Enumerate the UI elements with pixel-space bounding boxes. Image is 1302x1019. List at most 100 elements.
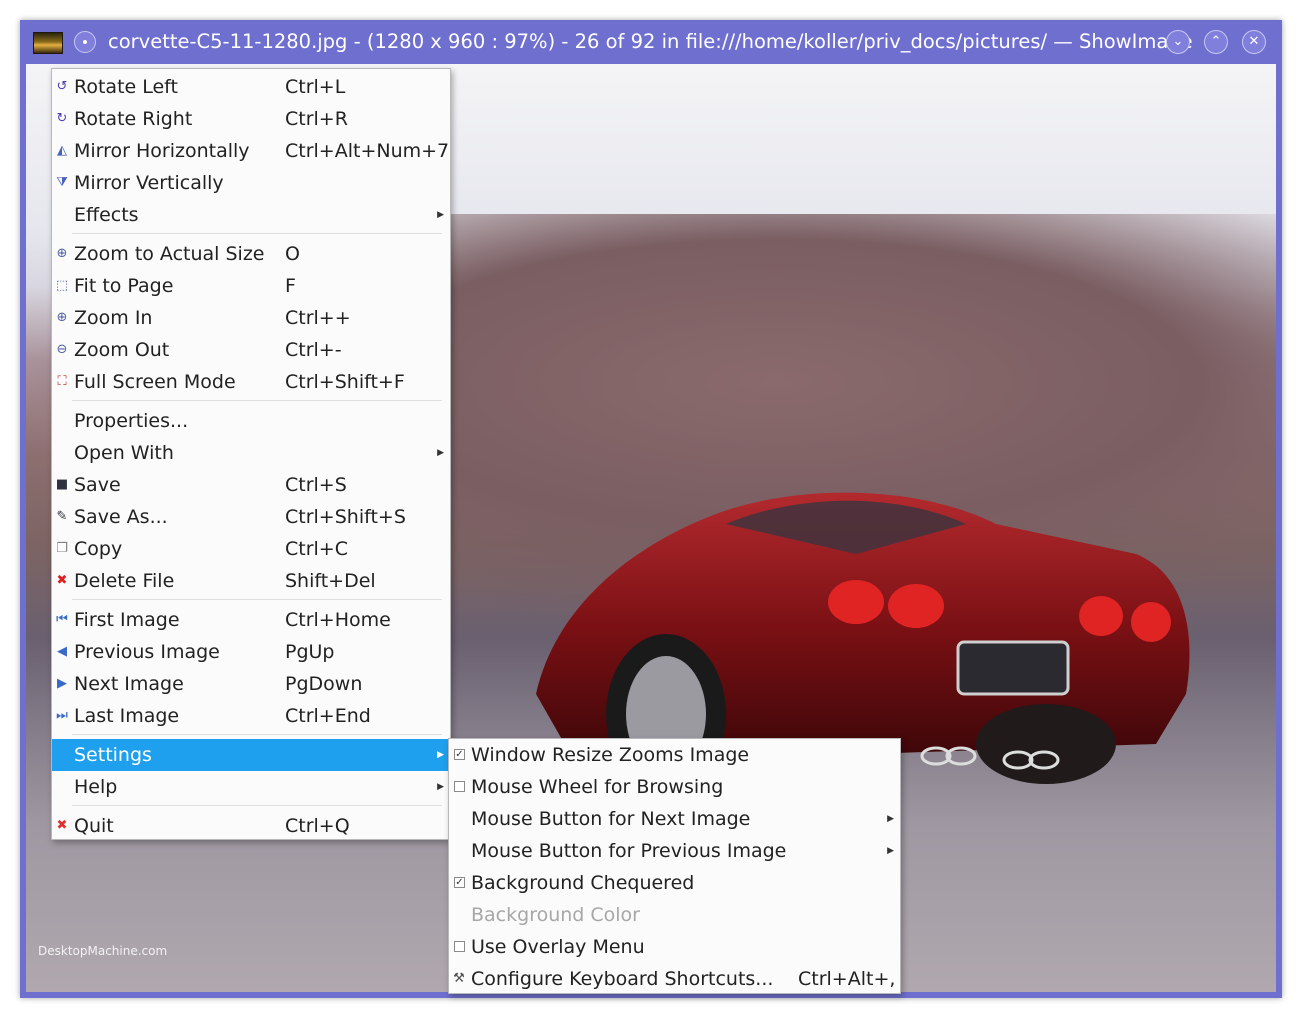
window-menu-button[interactable] xyxy=(74,31,96,53)
previous-image-icon: ◀ xyxy=(57,644,67,659)
submenu-arrow-icon: ▶ xyxy=(437,782,444,792)
settings-item-mouse-button-next[interactable]: Mouse Button for Next Image ▶ xyxy=(449,803,900,835)
rotate-right-icon: ↻ xyxy=(56,111,68,126)
menu-separator xyxy=(72,599,442,600)
quit-icon: ✖ xyxy=(56,818,68,833)
settings-item-label: Window Resize Zooms Image xyxy=(471,744,750,766)
menu-item-save[interactable]: ■ Save Ctrl+S xyxy=(52,469,450,501)
menu-item-properties[interactable]: Properties... xyxy=(52,405,450,437)
last-image-icon: ⏭ xyxy=(56,708,68,723)
menu-item-shortcut: PgDown xyxy=(285,673,363,695)
app-icon[interactable] xyxy=(33,32,63,54)
menu-item-delete-file[interactable]: ✖ Delete File Shift+Del xyxy=(52,565,450,597)
zoom-out-icon: ⊖ xyxy=(56,342,68,357)
settings-item-mouse-button-previous[interactable]: Mouse Button for Previous Image ▶ xyxy=(449,835,900,867)
settings-item-window-resize-zooms[interactable]: ✓ Window Resize Zooms Image xyxy=(449,739,900,771)
menu-item-label: Fit to Page xyxy=(74,275,174,297)
context-menu: ↺ Rotate Left Ctrl+L ↻ Rotate Right Ctrl+R ◭ Mi… xyxy=(51,68,451,840)
menu-separator xyxy=(72,400,442,401)
settings-item-label: Mouse Wheel for Browsing xyxy=(471,776,724,798)
menu-item-last-image[interactable]: ⏭ Last Image Ctrl+End xyxy=(52,700,450,732)
fullscreen-icon: ⛶ xyxy=(57,374,67,389)
settings-item-background-chequered[interactable]: ✓ Background Chequered xyxy=(449,867,900,899)
minimize-icon[interactable]: ⌄ xyxy=(1166,30,1190,54)
menu-item-zoom-actual[interactable]: ⊕ Zoom to Actual Size O xyxy=(52,238,450,270)
menu-item-shortcut: Ctrl++ xyxy=(285,307,351,329)
menu-item-label: Zoom Out xyxy=(74,339,170,361)
menu-separator xyxy=(72,734,442,735)
menu-item-label: Zoom In xyxy=(74,307,153,329)
settings-item-label: Mouse Button for Previous Image xyxy=(471,840,787,862)
menu-item-label: Delete File xyxy=(74,570,175,592)
menu-item-label: Previous Image xyxy=(74,641,220,663)
menu-item-label: Mirror Horizontally xyxy=(74,140,250,162)
menu-item-settings[interactable]: Settings ▶ xyxy=(52,739,450,771)
window-title: corvette-C5-11-1280.jpg - (1280 x 960 : … xyxy=(108,30,1193,53)
unchecked-checkbox[interactable] xyxy=(454,941,465,952)
menu-item-shortcut: F xyxy=(285,275,296,297)
menu-item-next-image[interactable]: ▶ Next Image PgDown xyxy=(52,668,450,700)
menu-item-label: Zoom to Actual Size xyxy=(74,243,265,265)
menu-item-quit[interactable]: ✖ Quit Ctrl+Q xyxy=(52,810,450,842)
settings-item-use-overlay-menu[interactable]: Use Overlay Menu xyxy=(449,931,900,963)
menu-item-first-image[interactable]: ⏮ First Image Ctrl+Home xyxy=(52,604,450,636)
menu-item-shortcut: Ctrl+R xyxy=(285,108,348,130)
mirror-vertical-icon: ⧩ xyxy=(56,175,68,190)
menu-item-shortcut: PgUp xyxy=(285,641,335,663)
settings-item-label: Mouse Button for Next Image xyxy=(471,808,751,830)
menu-item-shortcut: Shift+Del xyxy=(285,570,376,592)
settings-item-label: Background Color xyxy=(471,904,640,926)
menu-item-label: Rotate Right xyxy=(74,108,193,130)
menu-item-full-screen[interactable]: ⛶ Full Screen Mode Ctrl+Shift+F xyxy=(52,366,450,398)
menu-item-shortcut: Ctrl+Shift+S xyxy=(285,506,406,528)
next-image-icon: ▶ xyxy=(57,676,67,691)
menu-item-label: Properties... xyxy=(74,410,189,432)
menu-item-label: Full Screen Mode xyxy=(74,371,236,393)
menu-item-zoom-out[interactable]: ⊖ Zoom Out Ctrl+- xyxy=(52,334,450,366)
menu-item-open-with[interactable]: Open With ▶ xyxy=(52,437,450,469)
menu-item-save-as[interactable]: ✎ Save As... Ctrl+Shift+S xyxy=(52,501,450,533)
title-bar[interactable]: corvette-C5-11-1280.jpg - (1280 x 960 : … xyxy=(20,20,1282,64)
settings-item-shortcut: Ctrl+Alt+, xyxy=(798,968,896,990)
menu-item-label: Help xyxy=(74,776,118,798)
menu-item-copy[interactable]: ❐ Copy Ctrl+C xyxy=(52,533,450,565)
settings-item-configure-shortcuts[interactable]: ⚒ Configure Keyboard Shortcuts... Ctrl+Alt… xyxy=(449,963,900,995)
menu-item-rotate-left[interactable]: ↺ Rotate Left Ctrl+L xyxy=(52,71,450,103)
menu-item-label: Last Image xyxy=(74,705,180,727)
zoom-actual-icon: ⊕ xyxy=(56,246,68,261)
submenu-arrow-icon: ▶ xyxy=(437,750,444,760)
mirror-horizontal-icon: ◭ xyxy=(57,143,67,158)
menu-item-shortcut: Ctrl+C xyxy=(285,538,348,560)
checked-checkbox[interactable]: ✓ xyxy=(454,877,465,888)
menu-item-help[interactable]: Help ▶ xyxy=(52,771,450,803)
menu-item-fit-to-page[interactable]: ⬚ Fit to Page F xyxy=(52,270,450,302)
rotate-left-icon: ↺ xyxy=(56,79,68,94)
unchecked-checkbox[interactable] xyxy=(454,781,465,792)
menu-item-zoom-in[interactable]: ⊕ Zoom In Ctrl++ xyxy=(52,302,450,334)
menu-item-shortcut: Ctrl+Shift+F xyxy=(285,371,405,393)
checked-checkbox[interactable]: ✓ xyxy=(454,749,465,760)
close-icon[interactable]: ✕ xyxy=(1242,30,1266,54)
settings-item-mouse-wheel-browsing[interactable]: Mouse Wheel for Browsing xyxy=(449,771,900,803)
copy-icon: ❐ xyxy=(56,541,68,556)
menu-item-label: Rotate Left xyxy=(74,76,178,98)
menu-item-label: Mirror Vertically xyxy=(74,172,224,194)
first-image-icon: ⏮ xyxy=(56,612,68,627)
menu-item-mirror-horizontally[interactable]: ◭ Mirror Horizontally Ctrl+Alt+Num+7 xyxy=(52,135,450,167)
maximize-icon[interactable]: ⌃ xyxy=(1204,30,1228,54)
menu-item-rotate-right[interactable]: ↻ Rotate Right Ctrl+R xyxy=(52,103,450,135)
submenu-arrow-icon: ▶ xyxy=(437,210,444,220)
menu-item-previous-image[interactable]: ◀ Previous Image PgUp xyxy=(52,636,450,668)
menu-item-label: Save As... xyxy=(74,506,168,528)
menu-item-label: Quit xyxy=(74,815,114,837)
fit-page-icon: ⬚ xyxy=(55,278,69,293)
menu-item-shortcut: Ctrl+End xyxy=(285,705,371,727)
menu-item-label: Save xyxy=(74,474,121,496)
menu-item-mirror-vertically[interactable]: ⧩ Mirror Vertically xyxy=(52,167,450,199)
menu-item-effects[interactable]: Effects ▶ xyxy=(52,199,450,231)
menu-item-shortcut: O xyxy=(285,243,300,265)
settings-item-label: Configure Keyboard Shortcuts... xyxy=(471,968,774,990)
delete-icon: ✖ xyxy=(56,573,68,588)
submenu-arrow-icon: ▶ xyxy=(887,846,894,856)
menu-separator xyxy=(72,805,442,806)
